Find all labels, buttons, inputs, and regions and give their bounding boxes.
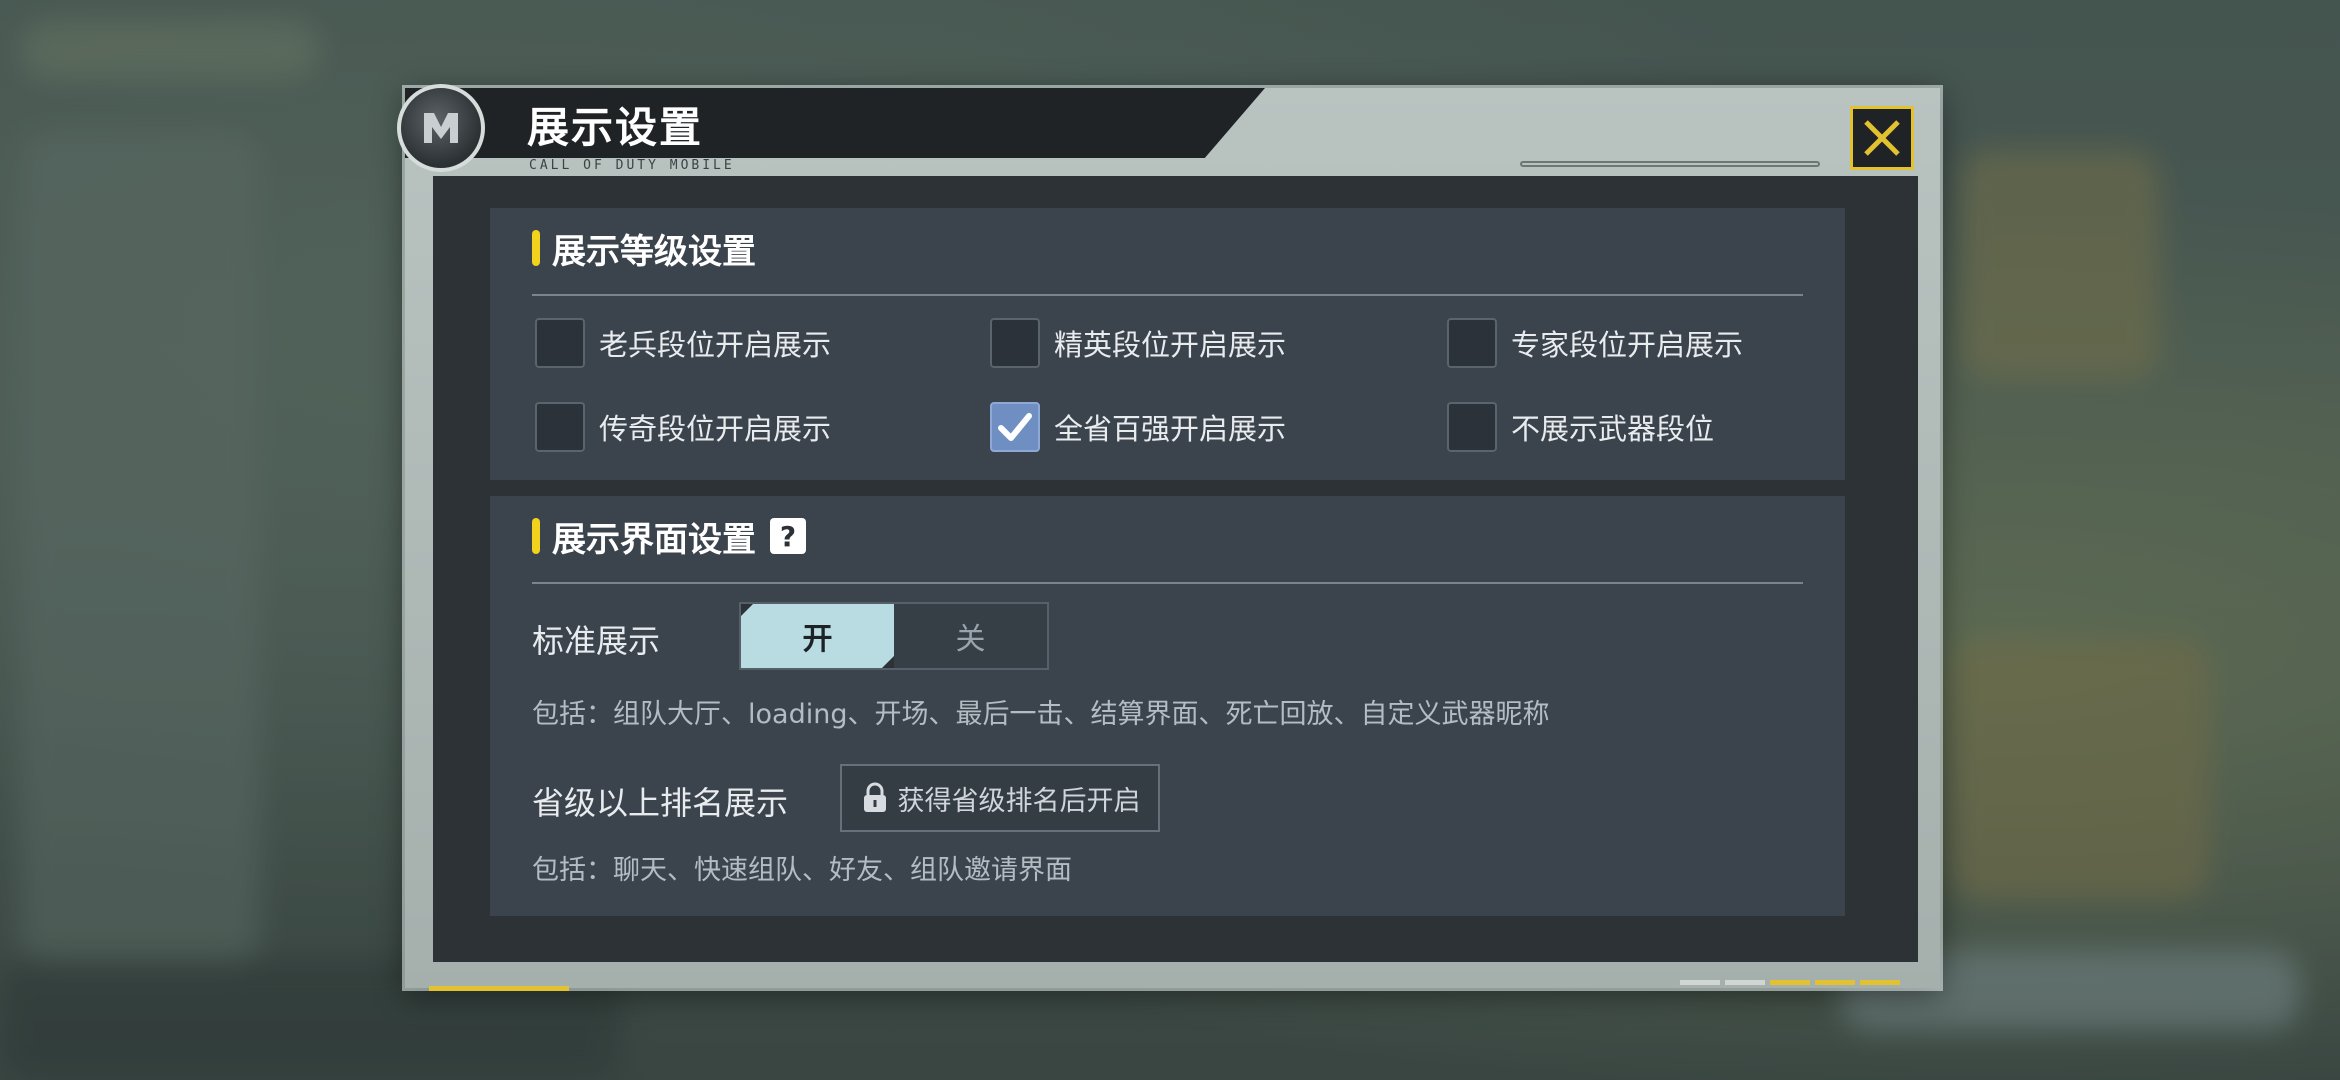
dialog-subtitle: CALL OF DUTY MOBILE <box>529 158 735 173</box>
lock-icon <box>863 782 886 812</box>
level-section-title: 展示等级设置 <box>552 231 756 272</box>
option-veteran-rank[interactable]: 老兵段位开启展示 <box>535 318 831 368</box>
divider <box>532 294 1803 296</box>
interface-settings-panel: 展示界面设置 ? 标准展示 开 关 包括：组队大厅、loading、开场、最后一… <box>490 496 1845 916</box>
level-settings-panel: 展示等级设置 老兵段位开启展示 精英段位开启展示 专家段位开启展示 传奇段位开启… <box>490 208 1845 480</box>
settings-dialog: 展示设置 CALL OF DUTY MOBILE 展示等级设置 老兵段位开启展示… <box>397 84 1940 991</box>
help-icon[interactable]: ? <box>770 518 806 554</box>
option-label: 专家段位开启展示 <box>1511 328 1744 362</box>
option-label: 不展示武器段位 <box>1511 412 1715 446</box>
locked-button-label: 获得省级排名后开启 <box>897 785 1141 817</box>
checkmark-icon <box>998 413 1032 441</box>
option-legendary-rank[interactable]: 传奇段位开启展示 <box>535 402 831 452</box>
provincial-rank-label: 省级以上排名展示 <box>532 784 789 822</box>
dialog-body: 展示等级设置 老兵段位开启展示 精英段位开启展示 专家段位开启展示 传奇段位开启… <box>433 176 1918 962</box>
divider <box>532 582 1803 584</box>
checkbox[interactable] <box>1447 402 1497 452</box>
decorative-line <box>1520 161 1820 167</box>
standard-display-description: 包括：组队大厅、loading、开场、最后一击、结算界面、死亡回放、自定义武器昵… <box>532 699 1550 730</box>
option-expert-rank[interactable]: 专家段位开启展示 <box>1447 318 1743 368</box>
option-label: 精英段位开启展示 <box>1054 328 1287 362</box>
close-button[interactable] <box>1850 106 1914 170</box>
provincial-rank-description: 包括：聊天、快速组队、好友、组队邀请界面 <box>532 855 1072 886</box>
standard-display-label: 标准展示 <box>532 622 661 660</box>
section-accent-bar <box>532 518 540 554</box>
toggle-off-option[interactable]: 关 <box>894 604 1047 668</box>
standard-display-toggle[interactable]: 开 关 <box>739 602 1049 670</box>
checkbox[interactable] <box>535 402 585 452</box>
option-elite-rank[interactable]: 精英段位开启展示 <box>990 318 1286 368</box>
option-province-top100[interactable]: 全省百强开启展示 <box>990 402 1286 452</box>
dialog-title: 展示设置 <box>527 103 704 152</box>
toggle-on-option[interactable]: 开 <box>741 604 894 668</box>
checkbox[interactable] <box>1447 318 1497 368</box>
option-label: 传奇段位开启展示 <box>599 412 832 446</box>
bottom-accent-bar <box>429 986 569 991</box>
checkbox-checked[interactable] <box>990 402 1040 452</box>
locked-unlock-button[interactable]: 获得省级排名后开启 <box>840 764 1160 832</box>
checkbox[interactable] <box>990 318 1040 368</box>
option-label: 全省百强开启展示 <box>1054 412 1287 446</box>
codm-logo-icon <box>397 84 485 172</box>
interface-section-title: 展示界面设置 <box>552 519 756 560</box>
checkbox[interactable] <box>535 318 585 368</box>
option-hide-weapon-rank[interactable]: 不展示武器段位 <box>1447 402 1714 452</box>
section-accent-bar <box>532 230 540 266</box>
close-x-icon <box>1864 120 1900 156</box>
option-label: 老兵段位开启展示 <box>599 328 832 362</box>
page-indicator <box>1680 980 1900 985</box>
